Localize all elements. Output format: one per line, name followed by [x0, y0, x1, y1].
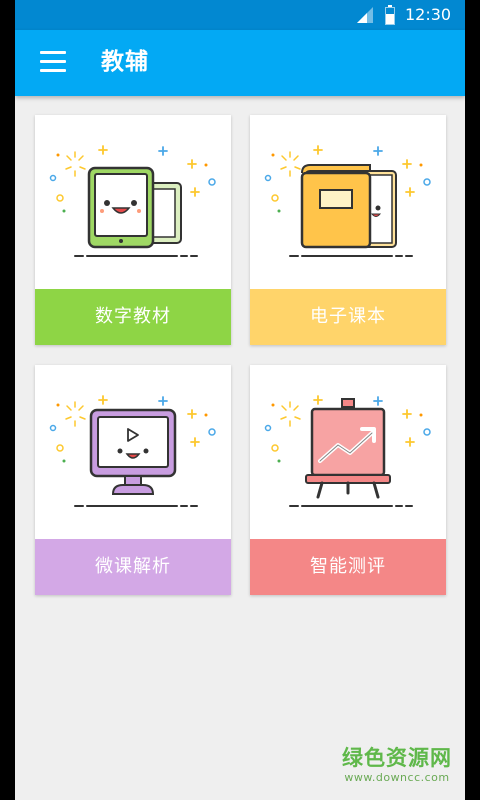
- status-time: 12:30: [405, 5, 452, 24]
- screen: 12:30 教辅 数字教材 电子课本 微课解析 智能测评 绿色资源网 www.d…: [15, 0, 465, 800]
- watermark-url: www.downcc.com: [344, 771, 450, 784]
- card-digital-textbook[interactable]: 数字教材: [35, 115, 231, 345]
- card-ebook[interactable]: 电子课本: [250, 115, 446, 345]
- card-label: 智能测评: [250, 539, 446, 595]
- signal-icon: [357, 7, 373, 23]
- tablet-icon: [49, 145, 216, 257]
- watermark-title: 绿色资源网: [342, 746, 452, 770]
- card-micro-lesson[interactable]: 微课解析: [35, 365, 231, 595]
- monitor-play-icon: [49, 395, 216, 507]
- card-label: 数字教材: [35, 289, 231, 345]
- battery-icon: [385, 5, 395, 25]
- watermark: 绿色资源网 www.downcc.com: [342, 745, 452, 785]
- book-icon: [264, 145, 431, 257]
- card-smart-assessment[interactable]: 智能测评: [250, 365, 446, 595]
- app-bar: 教辅: [15, 30, 465, 96]
- status-bar: 12:30: [15, 0, 465, 30]
- card-label: 微课解析: [35, 539, 231, 595]
- chart-board-icon: [264, 395, 431, 507]
- page-title: 教辅: [101, 49, 149, 75]
- card-label: 电子课本: [250, 289, 446, 345]
- menu-icon[interactable]: [40, 51, 66, 73]
